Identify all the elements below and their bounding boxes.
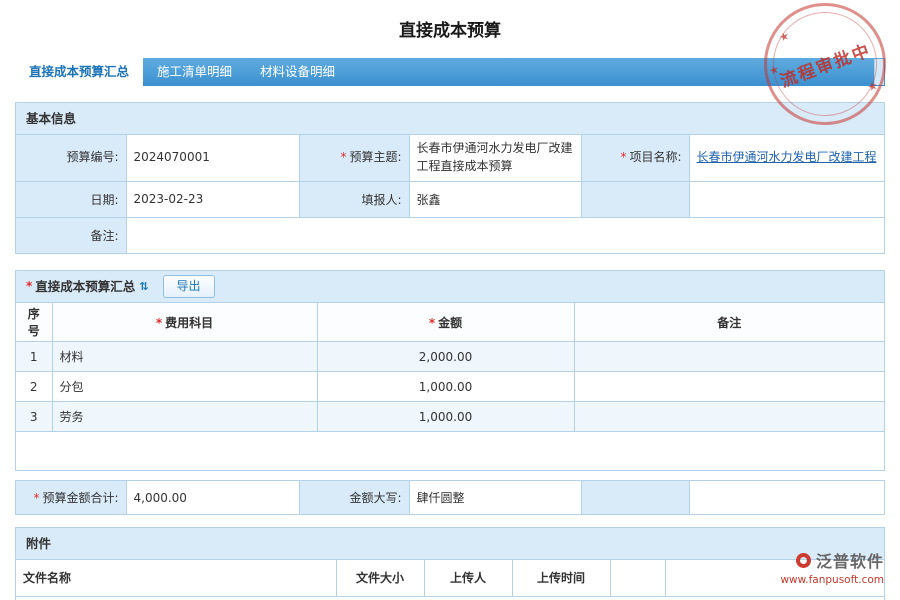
summary-title: 直接成本预算汇总: [35, 271, 135, 302]
total-amount-label-text: 预算金额合计:: [42, 491, 118, 505]
vendor-name: 泛普软件: [816, 548, 884, 572]
remark-label: 备注:: [16, 217, 126, 253]
project-name-label: *项目名称:: [581, 135, 689, 181]
subject-value: 长春市伊通河水力发电厂改建工程直接成本预算: [409, 135, 581, 181]
required-asterisk: *: [33, 491, 39, 505]
amount-words-value: 肆仟圆整: [409, 481, 581, 514]
page-title: 直接成本预算: [0, 0, 900, 41]
total-amount-value: 4,000.00: [126, 481, 299, 514]
attachments-header: 附件: [16, 528, 884, 560]
export-button[interactable]: 导出: [163, 275, 215, 299]
required-asterisk: *: [156, 316, 162, 330]
fanpu-logo-icon: [796, 553, 811, 568]
amount-words-label: 金额大写:: [299, 481, 409, 514]
budget-no-label: 预算编号:: [16, 135, 126, 181]
required-asterisk: *: [620, 150, 626, 164]
summary-section: * 直接成本预算汇总 ⇅ 导出 序号 *费用科目 *金额 备注 1 材料 2,0…: [15, 270, 885, 471]
summary-header: * 直接成本预算汇总 ⇅ 导出: [16, 271, 884, 303]
sort-icon[interactable]: ⇅: [139, 271, 148, 302]
cell-no: 3: [16, 402, 52, 432]
cell-remark: [574, 372, 884, 402]
cell-amount: 1,000.00: [317, 402, 574, 432]
attachments-title: 附件: [26, 528, 51, 559]
tab-construction-list-detail[interactable]: 施工清单明细: [143, 58, 246, 86]
page: 直接成本预算 直接成本预算汇总 施工清单明细 材料设备明细 ★ ★ ★ 流程审批…: [0, 0, 900, 600]
basic-info-title: 基本信息: [26, 103, 76, 134]
tab-direct-cost-summary[interactable]: 直接成本预算汇总: [15, 58, 143, 86]
table-header-row: 序号 *费用科目 *金额 备注: [16, 303, 884, 342]
empty-label-cell: [581, 481, 689, 514]
project-name-cell: 长春市伊通河水力发电厂改建工程: [689, 135, 884, 181]
table-row: 备注:: [16, 217, 884, 253]
basic-info-table: 预算编号: 2024070001 *预算主题: 长春市伊通河水力发电厂改建工程直…: [16, 135, 884, 253]
empty-value-cell: [689, 481, 884, 514]
cell-amount: 2,000.00: [317, 342, 574, 372]
empty-value-cell: [689, 181, 884, 217]
header-cost-subject: *费用科目: [52, 303, 317, 342]
remark-value: [126, 217, 884, 253]
attachments-empty-row: [16, 597, 884, 600]
tab-overflow-button[interactable]: [874, 59, 884, 85]
tab-material-equipment-detail[interactable]: 材料设备明细: [246, 58, 349, 86]
date-label: 日期:: [16, 181, 126, 217]
project-name-link[interactable]: 长春市伊通河水力发电厂改建工程: [697, 150, 877, 164]
header-file-size: 文件大小: [336, 560, 424, 596]
table-row: 3 劳务 1,000.00: [16, 402, 884, 432]
budget-no-value: 2024070001: [126, 135, 299, 181]
header-remark: 备注: [574, 303, 884, 342]
vendor-url: www.fanpusoft.com: [780, 574, 884, 586]
table-empty-area: [16, 432, 884, 470]
table-row: 1 材料 2,000.00: [16, 342, 884, 372]
cell-remark: [574, 342, 884, 372]
empty-header-cell: [610, 560, 665, 596]
header-cost-subject-text: 费用科目: [165, 316, 213, 330]
cell-no: 1: [16, 342, 52, 372]
header-amount-text: 金额: [438, 316, 462, 330]
cell-subject: 劳务: [52, 402, 317, 432]
table-row: 预算编号: 2024070001 *预算主题: 长春市伊通河水力发电厂改建工程直…: [16, 135, 884, 181]
cell-no: 2: [16, 372, 52, 402]
header-no: 序号: [16, 303, 52, 342]
subject-label-text: 预算主题:: [349, 150, 401, 164]
attachments-table: 文件名称 文件大小 上传人 上传时间: [16, 560, 884, 597]
cell-subject: 材料: [52, 342, 317, 372]
table-row: *预算金额合计: 4,000.00 金额大写: 肆仟圆整: [16, 481, 884, 514]
reporter-label: 填报人:: [299, 181, 409, 217]
cell-amount: 1,000.00: [317, 372, 574, 402]
tab-bar: 直接成本预算汇总 施工清单明细 材料设备明细: [15, 58, 885, 86]
header-file-name: 文件名称: [16, 560, 336, 596]
cell-remark: [574, 402, 884, 432]
header-upload-time: 上传时间: [512, 560, 610, 596]
basic-info-header: 基本信息: [16, 103, 884, 135]
table-row: 2 分包 1,000.00: [16, 372, 884, 402]
header-uploader: 上传人: [424, 560, 512, 596]
table-row: 日期: 2023-02-23 填报人: 张鑫: [16, 181, 884, 217]
project-name-label-text: 项目名称:: [629, 150, 681, 164]
totals-table: *预算金额合计: 4,000.00 金额大写: 肆仟圆整: [16, 481, 884, 514]
subject-label: *预算主题:: [299, 135, 409, 181]
summary-table: 序号 *费用科目 *金额 备注 1 材料 2,000.00 2 分包 1,000…: [16, 303, 884, 432]
date-value: 2023-02-23: [126, 181, 299, 217]
required-asterisk: *: [26, 271, 32, 302]
required-asterisk: *: [429, 316, 435, 330]
totals-section: *预算金额合计: 4,000.00 金额大写: 肆仟圆整: [15, 480, 885, 515]
total-amount-label: *预算金额合计:: [16, 481, 126, 514]
basic-info-section: 基本信息 预算编号: 2024070001 *预算主题: 长春市伊通河水力发电厂…: [15, 102, 885, 254]
table-header-row: 文件名称 文件大小 上传人 上传时间: [16, 560, 884, 596]
header-amount: *金额: [317, 303, 574, 342]
attachments-section: 附件 文件名称 文件大小 上传人 上传时间: [15, 527, 885, 600]
required-asterisk: *: [340, 150, 346, 164]
vendor-logo: 泛普软件 www.fanpusoft.com: [780, 548, 884, 586]
empty-label-cell: [581, 181, 689, 217]
cell-subject: 分包: [52, 372, 317, 402]
reporter-value: 张鑫: [409, 181, 581, 217]
